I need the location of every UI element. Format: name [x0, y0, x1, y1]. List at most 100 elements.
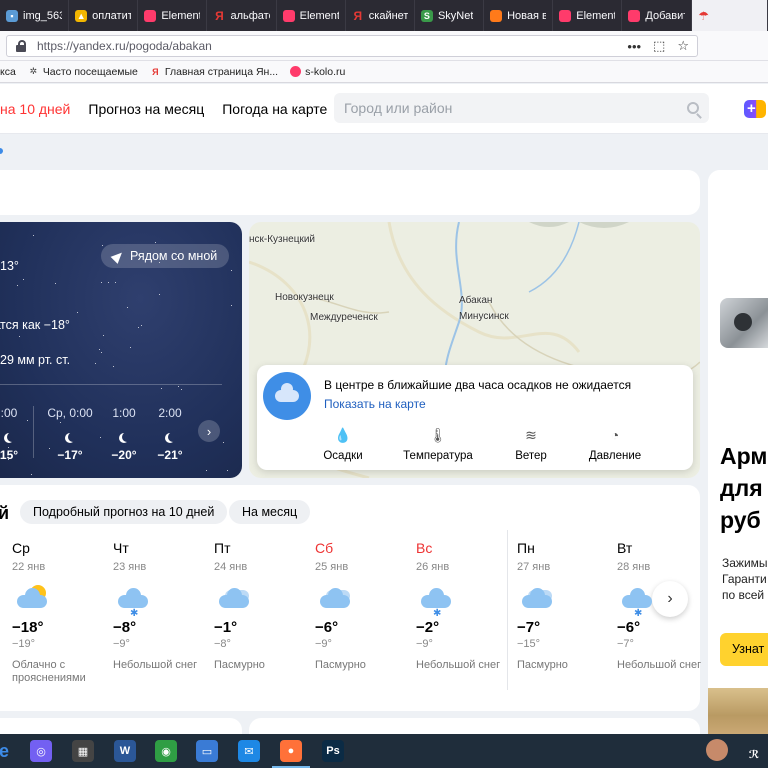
star-decoration: [8, 447, 9, 448]
messenger-icon[interactable]: ✉: [238, 740, 260, 762]
day-name: Вт: [617, 540, 633, 556]
star-decoration: [206, 469, 207, 471]
star-decoration: [100, 351, 102, 353]
star-decoration: [114, 282, 116, 284]
nav-weather-map[interactable]: Погода на карте: [222, 101, 327, 117]
ad-headline: Арм для руб: [720, 443, 768, 533]
day-min-temp: −8°: [214, 638, 231, 650]
browser-tab[interactable]: Яскайнет: [346, 0, 415, 31]
map-layer-precipitation[interactable]: 💧 Осадки: [303, 427, 383, 462]
hourly-next-button[interactable]: ›: [198, 420, 220, 442]
current-weather-panel: Рядом со мной 13° тся как −18° 29 мм рт.…: [0, 222, 242, 478]
day-condition: Небольшой снег: [617, 659, 702, 671]
search-input[interactable]: Город или район: [344, 100, 452, 116]
browser-tab[interactable]: Element: [553, 0, 623, 31]
day-date: 25 янв: [315, 561, 349, 573]
star-decoration: [177, 385, 179, 387]
browser-tab[interactable]: Новая в: [484, 0, 554, 31]
address-bar[interactable]: https://yandex.ru/pogoda/abakan ••• ⬚ ☆: [6, 35, 698, 57]
pocket-icon[interactable]: ⬚: [653, 38, 665, 54]
browser-tab[interactable]: ▲ оплатить: [69, 0, 139, 31]
tab-favicon-icon: Я: [353, 8, 363, 23]
show-on-map-link[interactable]: Показать на карте: [324, 397, 426, 411]
tab-favicon-icon: [144, 9, 157, 22]
bookmark-item[interactable]: Я Главная страница Ян...: [150, 66, 278, 78]
nav-month-forecast[interactable]: Прогноз на месяц: [88, 101, 204, 117]
nearby-button[interactable]: Рядом со мной: [101, 244, 230, 268]
ad-product-image: [708, 170, 768, 425]
forecast-day[interactable]: Чт 23 янв ✱ −8° −9° Небольшой снег: [113, 540, 214, 672]
browser-tab[interactable]: S SkyNet: [415, 0, 485, 31]
tab-title: Добавит: [645, 9, 685, 22]
browser-tab[interactable]: Element: [277, 0, 346, 31]
star-decoration: [107, 282, 109, 284]
map-layer-temperature[interactable]: 🌡 Температура: [398, 427, 478, 462]
hour-time: 2:00: [158, 406, 182, 420]
map-label: Новокузнецк: [275, 292, 334, 303]
city-search[interactable]: Город или район: [334, 93, 709, 123]
bookmark-star-icon[interactable]: ☆: [677, 38, 689, 54]
yandex-icon: Я: [152, 66, 159, 77]
overcast-icon: [216, 581, 254, 617]
day-max-temp: −1°: [214, 619, 238, 636]
tab-favicon-icon: Я: [215, 8, 224, 23]
day-weather-icon: ✱: [416, 579, 517, 619]
page-actions-icon[interactable]: •••: [627, 39, 641, 54]
forecast-day[interactable]: Пн 27 янв −7° −15° Пасмурно: [517, 540, 618, 672]
nav-10-days[interactable]: на 10 дней: [0, 101, 70, 117]
browser-tab[interactable]: ▪ img_563266...: [0, 0, 70, 31]
day-name: Чт: [113, 540, 129, 556]
plus-logo-icon[interactable]: +: [744, 100, 766, 118]
star-decoration: [226, 470, 228, 472]
presentation-icon[interactable]: ▭: [196, 740, 218, 762]
day-name: Ср: [12, 540, 30, 556]
viber-icon[interactable]: ◎: [30, 740, 52, 762]
browser-tab[interactable]: Element: [138, 0, 208, 31]
people-icon[interactable]: ℛ: [744, 743, 764, 765]
forecast-day[interactable]: Пт 24 янв −1° −8° Пасмурно: [214, 540, 315, 672]
month-button[interactable]: На месяц: [229, 500, 311, 524]
map-layer-wind[interactable]: ≋ Ветер: [491, 427, 571, 462]
forecast-day[interactable]: Вс 26 янв ✱ −2° −9° Небольшой снег: [416, 540, 517, 672]
forecast-day[interactable]: Ср 22 янв −18° −19° Облачно с прояснениями: [12, 540, 113, 685]
day-date: 22 янв: [12, 561, 46, 573]
photoshop-icon[interactable]: Ps: [322, 740, 344, 762]
tab-title: Element: [161, 9, 201, 22]
day-condition: Пасмурно: [315, 659, 366, 671]
browser-tab[interactable]: Добавит: [622, 0, 692, 31]
firefox-icon[interactable]: ●: [272, 740, 310, 768]
bookmark-item[interactable]: кса: [0, 66, 16, 78]
snow-icon: ✱: [418, 581, 456, 619]
chrome-icon[interactable]: ◉: [155, 740, 177, 762]
cloud-icon: [263, 372, 311, 420]
ad-photo[interactable]: [708, 688, 768, 734]
bookmark-item[interactable]: ✲ Часто посещаемые: [28, 66, 138, 78]
url-bar-area: https://yandex.ru/pogoda/abakan ••• ⬚ ☆: [0, 31, 768, 61]
bookmark-item[interactable]: s-kolo.ru: [290, 66, 345, 78]
browser-tab[interactable]: Яальфате: [207, 0, 277, 31]
calculator-icon[interactable]: ▦: [72, 740, 94, 762]
word-icon[interactable]: W: [114, 740, 136, 762]
location-arrow-icon: [110, 248, 126, 264]
avatar[interactable]: [706, 739, 728, 761]
star-decoration: [56, 418, 58, 420]
tab-favicon-icon: S: [420, 9, 433, 22]
star-decoration: [31, 474, 33, 476]
app-partial-icon[interactable]: e: [0, 740, 9, 762]
windows-taskbar: e ℛ ◎ ▦ W ◉ ▭ ✉ ● Ps: [0, 734, 768, 768]
tab-active[interactable]: ☂: [691, 0, 768, 31]
search-icon[interactable]: [687, 102, 699, 114]
partly-cloudy-icon: [14, 581, 52, 617]
ad-banner[interactable]: Арм для руб Зажимы Гаранти по всей Узнат: [708, 170, 768, 734]
ad-cta-button[interactable]: Узнат: [720, 633, 768, 666]
detailed-10-day-button[interactable]: Подробный прогноз на 10 дней: [20, 500, 228, 524]
map-layer-pressure[interactable]: ◔ Давление: [575, 427, 655, 462]
url-text[interactable]: https://yandex.ru/pogoda/abakan: [37, 39, 212, 53]
location-header-card: [0, 170, 700, 215]
day-name: Пн: [517, 540, 535, 556]
tab-title: альфате: [230, 9, 269, 22]
forecast-day[interactable]: Вт 28 янв ✱ −6° −7° Небольшой снег: [617, 540, 718, 672]
thermometer-icon: 🌡: [429, 427, 447, 443]
forecast-day[interactable]: Сб 25 янв −6° −9° Пасмурно: [315, 540, 416, 672]
day-max-temp: −18°: [12, 619, 44, 636]
